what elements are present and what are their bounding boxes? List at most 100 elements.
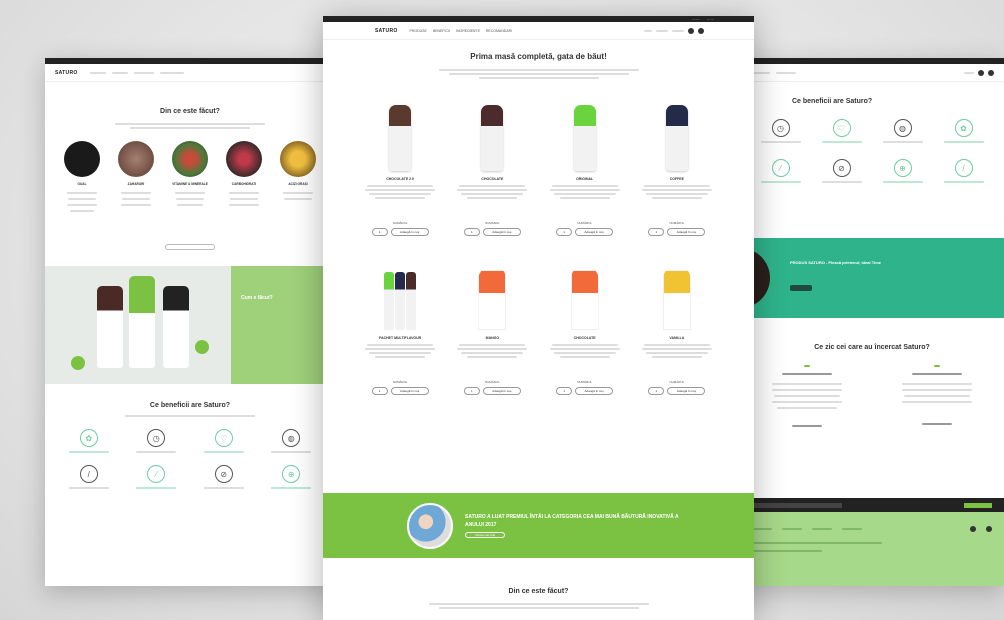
benefit-item: ⊕ xyxy=(258,465,326,491)
facebook-icon[interactable] xyxy=(688,27,694,34)
no-icon: ⊘ xyxy=(214,465,233,483)
product-description xyxy=(549,342,620,360)
quantity-stepper[interactable]: 1 xyxy=(463,228,480,236)
product-banner: Cum e făcut? xyxy=(45,266,335,384)
product-card[interactable]: VANILLA NUMĂRUL 1 Adaugă în coș xyxy=(635,258,719,395)
add-to-cart-button[interactable]: Adaugă în coș xyxy=(667,387,706,395)
award-text: SATURO A LUAT PREMIUL ÎNTÂI LA CATEGORIA… xyxy=(465,514,679,528)
benefits-title: Ce beneficii are Saturo? xyxy=(149,402,231,409)
product-image[interactable] xyxy=(662,258,691,330)
ingredients-title: Din ce este făcut? xyxy=(508,588,569,595)
bottle-icon: / xyxy=(954,159,973,177)
section-title: Ce beneficii are Saturo? xyxy=(792,98,873,105)
product-card[interactable]: CHOCOLATE NUMĂRUL 1 Adaugă în coș xyxy=(450,99,534,236)
ingredient-image xyxy=(280,141,316,177)
award-photo xyxy=(407,502,453,549)
promo-button[interactable] xyxy=(790,285,812,291)
product-description xyxy=(365,183,436,201)
product-card[interactable]: ORIGINAL NUMĂRUL 1 Adaugă în coș xyxy=(543,99,627,236)
benefit-grid: ✿ ◷ ♡ ◍ / ⁄ ⊘ ⊕ xyxy=(45,419,335,501)
quantity-stepper[interactable]: 1 xyxy=(648,387,665,395)
plus-icon: ⊕ xyxy=(893,159,912,177)
quantity-stepper[interactable]: 1 xyxy=(371,228,388,236)
add-to-cart-button[interactable]: Adaugă în coș xyxy=(575,228,614,236)
logo[interactable]: SATURO xyxy=(55,70,78,76)
product-image[interactable] xyxy=(384,258,417,330)
benefit-item: ⁄ xyxy=(123,465,191,491)
left-page-mockup: SATURO Din ce este făcut? OUAL ZAHARURI … xyxy=(45,58,335,586)
instagram-icon[interactable] xyxy=(698,27,704,34)
drop-icon: ◍ xyxy=(893,119,912,137)
product-description xyxy=(457,183,528,201)
page-title: Prima masă completă, gata de băut! xyxy=(470,52,607,61)
quantity-stepper[interactable]: 1 xyxy=(556,228,573,236)
product-description xyxy=(365,342,436,360)
nav-link-ingredients[interactable]: INGREDIENTE xyxy=(456,29,480,33)
subscribe-button[interactable] xyxy=(964,502,992,508)
product-card[interactable]: MANGO NUMĂRUL 1 Adaugă în coș xyxy=(450,258,534,395)
add-to-cart-button[interactable]: Adaugă în coș xyxy=(667,228,706,236)
benefit-item: ✿ xyxy=(55,429,123,455)
add-to-cart-button[interactable]: Adaugă în coș xyxy=(390,228,429,236)
quantity-stepper[interactable]: 1 xyxy=(371,387,388,395)
straw-icon: ⁄ xyxy=(771,159,790,177)
leaf-icon: ✿ xyxy=(954,119,973,137)
quantity-stepper[interactable]: 1 xyxy=(648,228,665,236)
product-card[interactable]: CHOCOLATE 2.0 NUMĂRUL 1 Adaugă în coș xyxy=(358,99,442,236)
benefit-item: ◍ xyxy=(258,429,326,455)
more-button[interactable] xyxy=(165,244,215,250)
product-card[interactable]: PACHET MULTIFLAVOUR NUMĂRUL 1 Adaugă în coș xyxy=(358,258,442,395)
instagram-icon[interactable] xyxy=(988,69,994,76)
product-image[interactable] xyxy=(481,99,504,171)
add-to-cart-button[interactable]: Adaugă în coș xyxy=(390,387,429,395)
leaf-icon: ✿ xyxy=(79,429,98,447)
promo-band: PRODUS SATURO - Pleacă prietenul; Ideal … xyxy=(740,238,1004,318)
instagram-icon[interactable] xyxy=(986,526,992,532)
quantity-label: NUMĂRUL xyxy=(577,380,593,384)
nav-bar xyxy=(740,64,1004,82)
testimonials-title: Ce zic cei care au încercat Saturo? xyxy=(814,344,930,351)
quantity-stepper[interactable]: 1 xyxy=(463,387,480,395)
add-to-cart-button[interactable]: Adaugă în coș xyxy=(482,228,521,236)
newsletter-input[interactable] xyxy=(752,502,842,508)
clock-icon: ◷ xyxy=(771,119,790,137)
quantity-label: NUMĂRUL xyxy=(392,380,408,384)
product-image[interactable] xyxy=(478,258,507,330)
nav-bar: SATURO PRODUSE BENEFICII INGREDIENTE REC… xyxy=(323,22,754,40)
quantity-stepper[interactable]: 1 xyxy=(556,387,573,395)
benefit-item: ◷ xyxy=(123,429,191,455)
add-to-cart-button[interactable]: Adaugă în coș xyxy=(482,387,521,395)
product-grid: CHOCOLATE 2.0 NUMĂRUL 1 Adaugă în coș CHOCOL… xyxy=(323,99,754,395)
nav-link-benefits[interactable]: BENEFICII xyxy=(433,29,450,33)
facebook-icon[interactable] xyxy=(970,526,976,532)
logo[interactable]: SATURO xyxy=(375,28,398,34)
footer xyxy=(740,512,1004,586)
right-page-mockup: Ce beneficii are Saturo? ◷ ♡ ◍ ✿ ⁄ ⊘ ⊕ /… xyxy=(740,58,1004,586)
ingredient-label: ZAHARURI xyxy=(127,182,145,186)
newsletter-bar xyxy=(740,498,1004,512)
product-photo xyxy=(45,266,231,384)
ingredient-row: OUAL ZAHARURI VITAMINE & MINERALE CARBOH… xyxy=(45,141,335,214)
facebook-icon[interactable] xyxy=(978,69,984,76)
product-image[interactable] xyxy=(665,99,688,171)
product-image[interactable] xyxy=(573,99,596,171)
testimonial xyxy=(750,363,864,429)
green-panel: Cum e făcut? xyxy=(231,266,335,384)
ingredient-label: ACIZI GRAȘI xyxy=(288,182,308,186)
straw-icon: ⁄ xyxy=(147,465,166,483)
nav-link-products[interactable]: PRODUSE xyxy=(410,29,427,33)
product-description xyxy=(641,342,712,360)
product-image[interactable] xyxy=(389,99,412,171)
product-card[interactable]: COFFEE NUMĂRUL 1 Adaugă în coș xyxy=(635,99,719,236)
product-card[interactable]: CHOCOLATE NUMĂRUL 1 Adaugă în coș xyxy=(543,258,627,395)
quantity-label: NUMĂRUL xyxy=(669,380,685,384)
promo-text: PRODUS SATURO - Pleacă prietenul; Ideal … xyxy=(790,260,881,265)
award-read-more-button[interactable]: Citește mai mult xyxy=(465,532,505,538)
add-to-cart-button[interactable]: Adaugă în coș xyxy=(575,387,614,395)
ingredient-image xyxy=(172,141,208,177)
quantity-label: NUMĂRUL xyxy=(392,221,408,225)
benefit-item: / xyxy=(55,465,123,491)
nav-link-recommendations[interactable]: RECOMANDARI xyxy=(486,29,512,33)
product-image[interactable] xyxy=(570,258,599,330)
nav-bar: SATURO xyxy=(45,64,335,82)
